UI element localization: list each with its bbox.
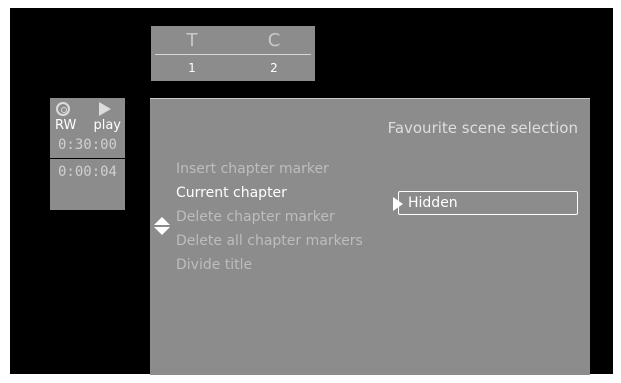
title-label: T <box>186 29 198 51</box>
elapsed-time: 0:00:04 <box>57 164 117 180</box>
chapter-label: C <box>267 29 281 51</box>
disc-icon <box>56 102 70 116</box>
right-arrow-icon <box>393 197 403 211</box>
favourite-scene-menu: Favourite scene selection Insert chapter… <box>150 98 590 375</box>
menu-list: Insert chapter marker Current chapter De… <box>154 157 363 277</box>
play-state-label: play <box>93 118 121 133</box>
tc-header: T C <box>151 26 315 54</box>
title-number: 1 <box>188 61 196 75</box>
menu-item-delete-chapter-marker[interactable]: Delete chapter marker <box>176 205 363 229</box>
current-chapter-select[interactable]: Hidden <box>393 191 578 215</box>
play-icon <box>99 102 111 116</box>
playback-status-box: RW play 0:30:00 0:00:04 <box>50 98 125 210</box>
menu-title: Favourite scene selection <box>387 119 578 137</box>
total-time: 0:30:00 <box>57 137 117 153</box>
up-down-arrows-icon <box>154 217 170 235</box>
title-chapter-indicator: T C 1 2 <box>151 26 315 81</box>
disc-type-label: RW <box>55 118 77 133</box>
tv-screen: T C 1 2 RW play 0:30:00 0:00:04 Favourit… <box>10 8 613 375</box>
status-divider <box>50 158 125 159</box>
menu-item-insert-chapter-marker[interactable]: Insert chapter marker <box>176 157 363 181</box>
chapter-number: 2 <box>270 61 278 75</box>
menu-item-divide-title[interactable]: Divide title <box>176 253 363 277</box>
current-chapter-value: Hidden <box>408 195 458 211</box>
menu-item-current-chapter[interactable]: Current chapter <box>176 181 363 205</box>
tc-values: 1 2 <box>151 55 315 81</box>
menu-item-delete-all-chapter-markers[interactable]: Delete all chapter markers <box>176 229 363 253</box>
